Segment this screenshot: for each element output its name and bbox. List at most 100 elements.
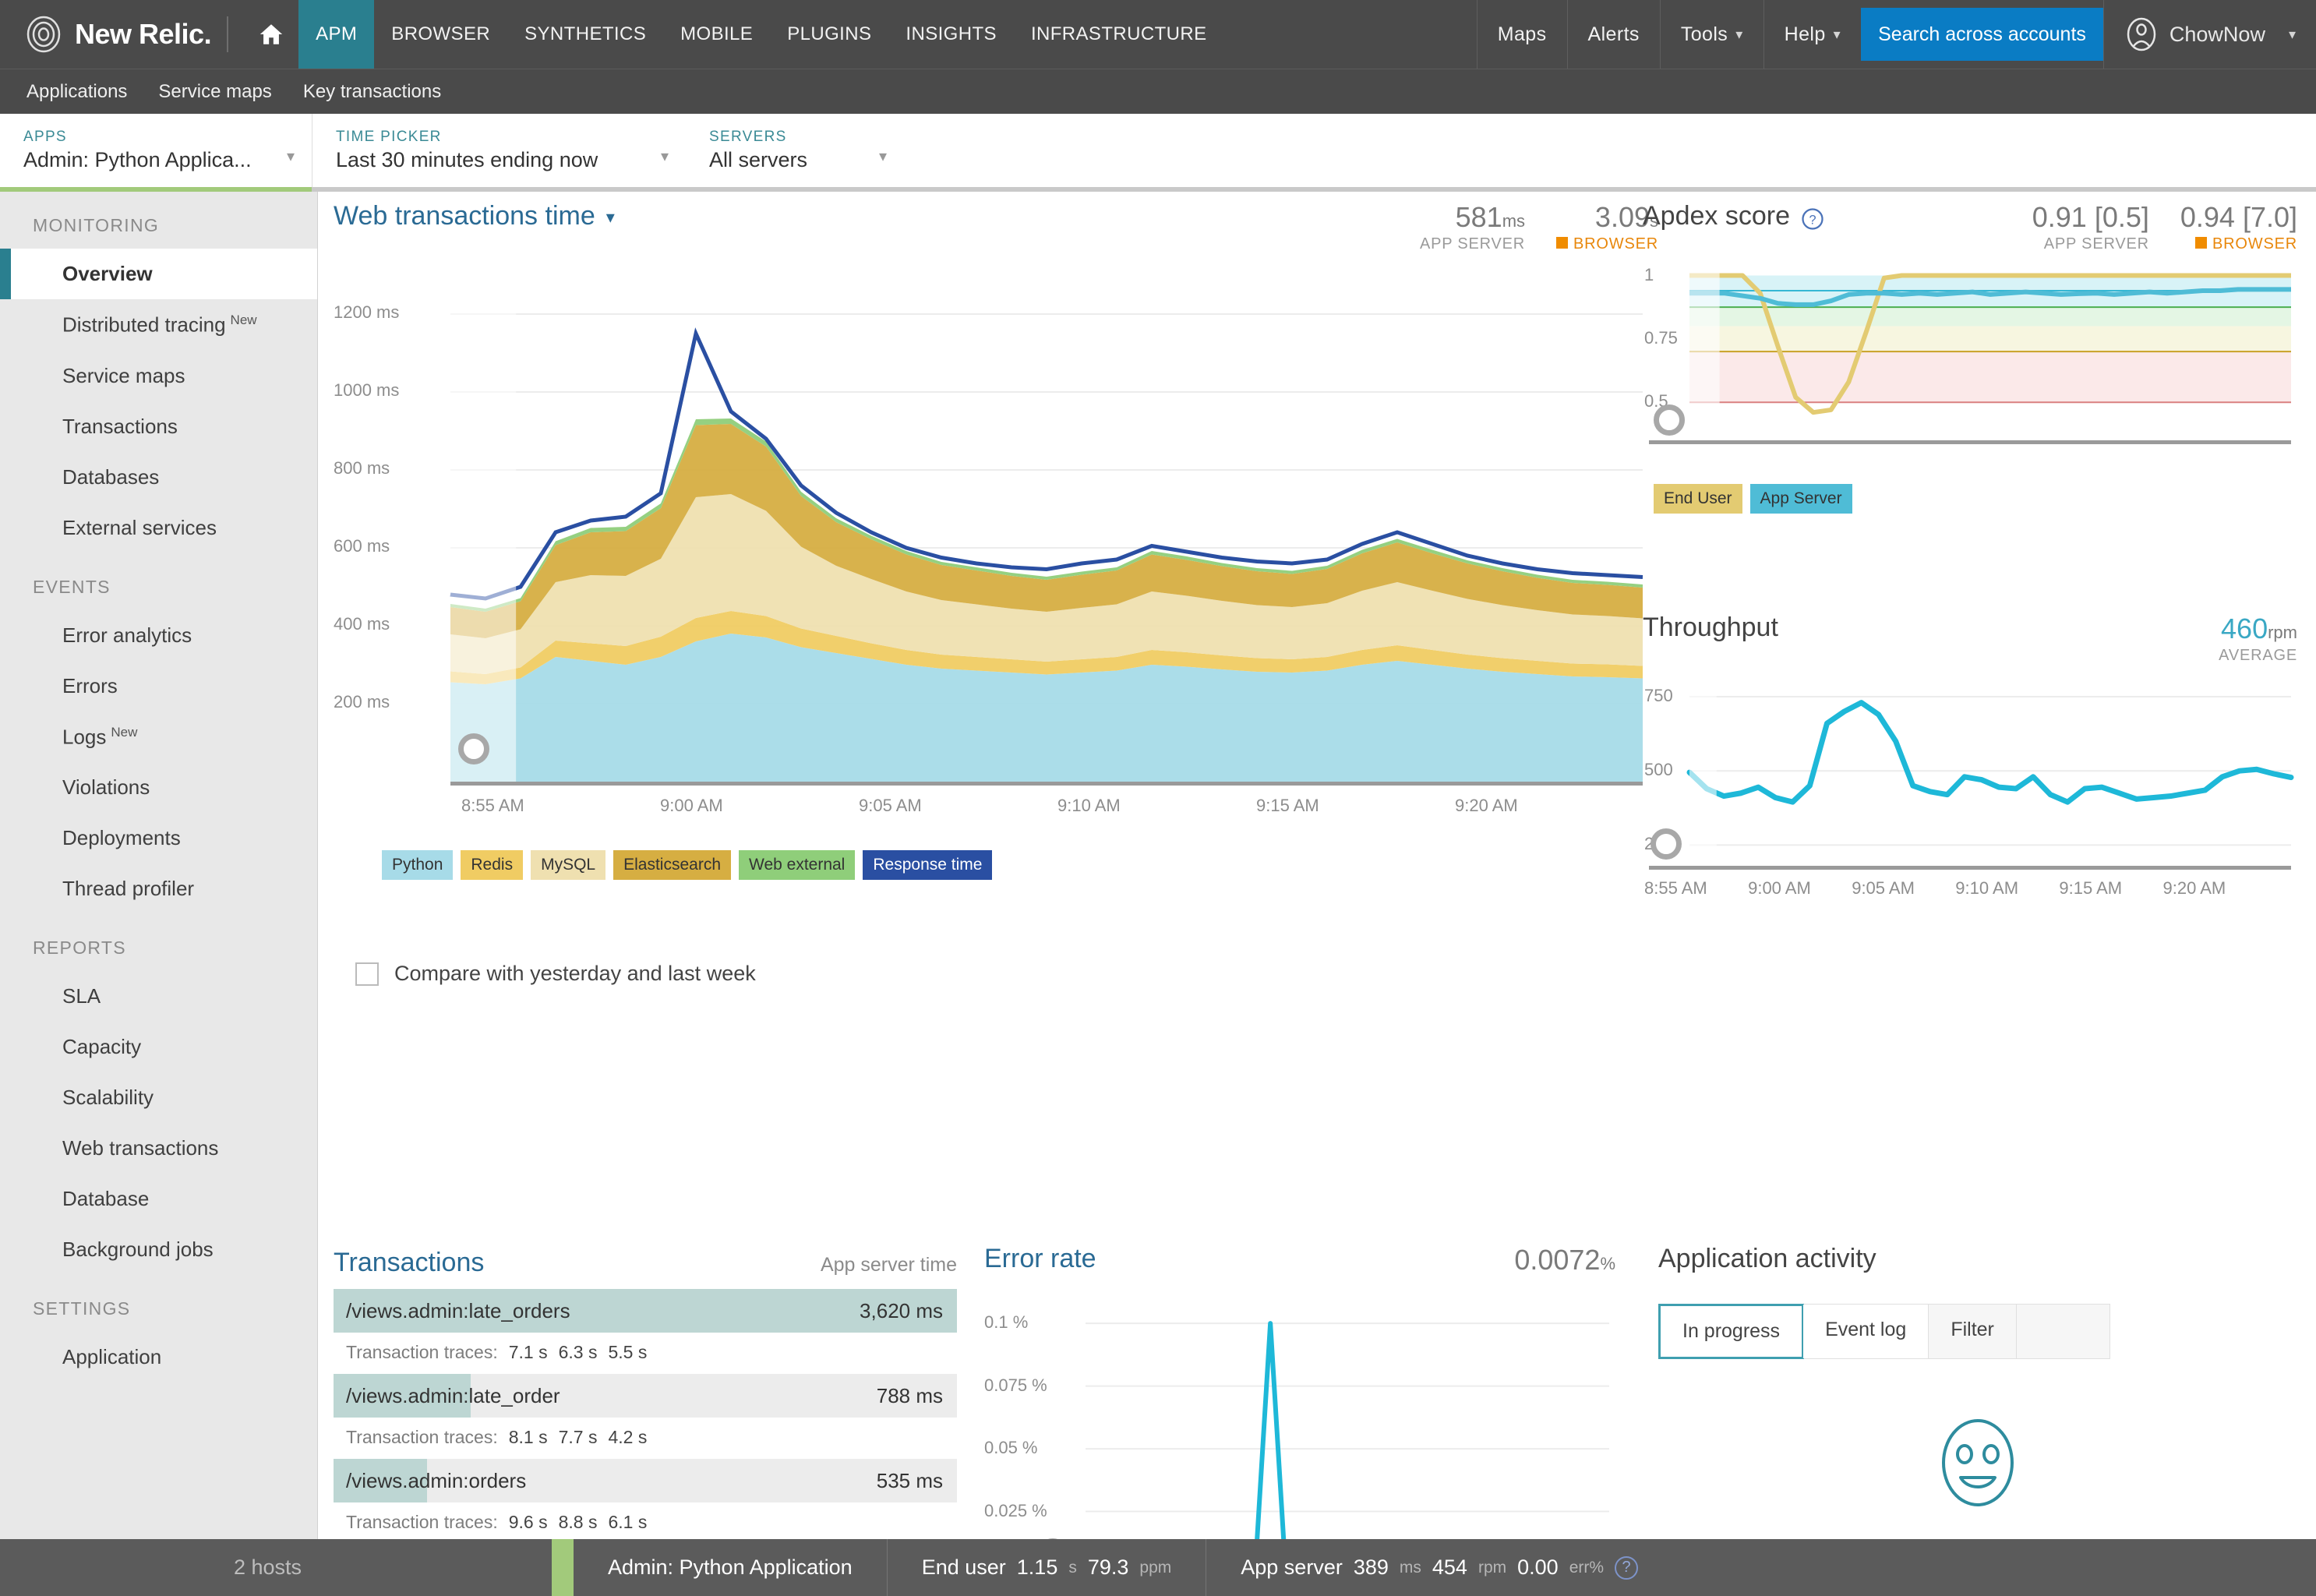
status-bar-app-server-cell[interactable]: App server 389 ms 454 rpm 0.00 err% ? <box>1206 1539 1672 1596</box>
apdex-browser-label: BROWSER <box>2180 235 2297 253</box>
web-transactions-time-panel: Web transactions time ▾ 581ms APP SERVER… <box>334 201 1658 986</box>
smiley-face-icon <box>1658 1414 2297 1516</box>
y-axis-tick-label: 500 <box>1644 760 1673 780</box>
throughput-chart[interactable]: 2505007508:55 AM9:00 AM9:05 AM9:10 AM9:1… <box>1643 676 2297 925</box>
sidebar-item-deployments[interactable]: Deployments <box>0 813 317 863</box>
top-nav-item-tools[interactable]: Tools▾ <box>1660 0 1763 69</box>
question-icon[interactable]: ? <box>1615 1556 1638 1580</box>
sidebar-item-background-jobs[interactable]: Background jobs <box>0 1224 317 1275</box>
compare-with-yesterday-row: Compare with yesterday and last week <box>355 962 1658 986</box>
chevron-down-icon[interactable]: ▾ <box>606 207 615 228</box>
servers-selector[interactable]: SERVERS All servers ▾ <box>686 114 904 187</box>
status-bar-end-user-cell[interactable]: End user 1.15 s 79.3 ppm <box>888 1539 1207 1596</box>
web-transactions-title[interactable]: Web transactions time <box>334 201 595 231</box>
transactions-title[interactable]: Transactions <box>334 1248 484 1278</box>
tab-event-log[interactable]: Event log <box>1803 1305 1929 1358</box>
sidebar-item-service-maps[interactable]: Service maps <box>0 351 317 401</box>
subnav-item-key-transactions[interactable]: Key transactions <box>292 81 452 103</box>
sidebar-item-error-analytics[interactable]: Error analytics <box>0 610 317 661</box>
sidebar-item-application[interactable]: Application <box>0 1332 317 1382</box>
top-nav-item-infrastructure[interactable]: INFRASTRUCTURE <box>1014 0 1224 69</box>
transaction-trace-link[interactable]: 5.5 s <box>608 1342 647 1362</box>
sidebar-item-web-transactions[interactable]: Web transactions <box>0 1123 317 1174</box>
transaction-trace-link[interactable]: 6.3 s <box>559 1342 598 1362</box>
legend-chip-python[interactable]: Python <box>382 850 453 880</box>
sidebar-item-capacity[interactable]: Capacity <box>0 1022 317 1072</box>
question-icon[interactable]: ? <box>1801 207 1824 235</box>
subnav-item-applications[interactable]: Applications <box>16 81 138 103</box>
brand-logo-area[interactable]: New Relic. <box>0 0 211 69</box>
app-selector-label: APPS <box>23 129 288 146</box>
sidebar-item-label: Overview <box>62 262 153 285</box>
sidebar-item-database[interactable]: Database <box>0 1174 317 1224</box>
legend-chip-end-user[interactable]: End User <box>1654 484 1742 514</box>
sidebar-item-databases[interactable]: Databases <box>0 452 317 503</box>
web-txn-app-server-metric: 581ms APP SERVER <box>1420 201 1525 253</box>
transaction-trace-link[interactable]: 6.1 s <box>608 1512 647 1532</box>
legend-chip-app-server[interactable]: App Server <box>1750 484 1852 514</box>
legend-chip-mysql[interactable]: MySQL <box>531 850 605 880</box>
top-nav-item-help[interactable]: Help▾ <box>1763 0 1861 69</box>
chart-range-handle[interactable] <box>458 733 489 764</box>
search-across-accounts-button[interactable]: Search across accounts <box>1861 8 2103 61</box>
top-nav-item-synthetics[interactable]: SYNTHETICS <box>507 0 663 69</box>
web-transactions-chart[interactable]: 200 ms400 ms600 ms800 ms1000 ms1200 ms8:… <box>334 267 1658 836</box>
transaction-trace-link[interactable]: 9.6 s <box>509 1512 548 1532</box>
apdex-score-panel: Apdex score ? 0.91 [0.5] APP SERVER 0.94… <box>1643 201 2297 514</box>
legend-chip-web-external[interactable]: Web external <box>739 850 855 880</box>
compare-checkbox[interactable] <box>355 962 379 986</box>
subnav-item-service-maps[interactable]: Service maps <box>147 81 282 103</box>
sidebar-item-distributed-tracing[interactable]: Distributed tracingNew <box>0 299 317 351</box>
x-axis-tick-label: 8:55 AM <box>461 796 524 816</box>
sidebar-item-external-services[interactable]: External services <box>0 503 317 553</box>
transaction-trace-link[interactable]: 8.8 s <box>559 1512 598 1532</box>
app-selector[interactable]: APPS Admin: Python Applica... ▾ <box>0 114 312 192</box>
throughput-panel: Throughput 460rpm AVERAGE 2505007508:55 … <box>1643 613 2297 925</box>
error-rate-title[interactable]: Error rate <box>984 1244 1096 1274</box>
transaction-trace-link[interactable]: 7.1 s <box>509 1342 548 1362</box>
table-row[interactable]: /views.admin:late_orders3,620 ms <box>334 1289 957 1333</box>
top-nav-item-alerts[interactable]: Alerts <box>1567 0 1660 69</box>
table-row[interactable]: /views.admin:orders535 ms <box>334 1459 957 1502</box>
table-row[interactable]: /views.admin:late_order788 ms <box>334 1374 957 1418</box>
transaction-trace-link[interactable]: 8.1 s <box>509 1427 548 1447</box>
chart-range-handle[interactable] <box>1654 404 1685 436</box>
top-nav-item-maps[interactable]: Maps <box>1477 0 1567 69</box>
apdex-legend: End User App Server <box>1654 484 2297 514</box>
chart-range-handle[interactable] <box>1651 828 1682 860</box>
x-axis-tick-label: 9:00 AM <box>1748 878 1811 899</box>
status-bar-app-name-cell[interactable]: Admin: Python Application <box>574 1539 888 1596</box>
top-nav-item-label: Maps <box>1498 23 1547 46</box>
transaction-trace-link[interactable]: 4.2 s <box>608 1427 647 1447</box>
transaction-traces-label: Transaction traces: <box>346 1512 498 1532</box>
sidebar-item-violations[interactable]: Violations <box>0 762 317 813</box>
top-nav-item-apm[interactable]: APM <box>298 0 374 69</box>
sidebar-item-sla[interactable]: SLA <box>0 971 317 1022</box>
apdex-chart[interactable]: 0.50.751 <box>1643 264 2297 467</box>
tab-filter[interactable]: Filter <box>1929 1305 2017 1358</box>
top-nav-item-browser[interactable]: BROWSER <box>374 0 507 69</box>
sidebar-item-thread-profiler[interactable]: Thread profiler <box>0 863 317 914</box>
sidebar-item-overview[interactable]: Overview <box>0 249 317 299</box>
sidebar-item-errors[interactable]: Errors <box>0 661 317 711</box>
top-nav-item-insights[interactable]: INSIGHTS <box>888 0 1014 69</box>
legend-chip-redis[interactable]: Redis <box>461 850 523 880</box>
sidebar-item-scalability[interactable]: Scalability <box>0 1072 317 1123</box>
x-axis-tick-label: 9:00 AM <box>660 796 723 816</box>
tab-in-progress[interactable]: In progress <box>1658 1304 1804 1359</box>
time-picker-label: TIME PICKER <box>336 129 662 146</box>
top-nav-right-group: Maps Alerts Tools▾Help▾ Search across acco… <box>1477 0 2316 69</box>
legend-chip-elasticsearch[interactable]: Elasticsearch <box>613 850 731 880</box>
top-nav-item-mobile[interactable]: MOBILE <box>663 0 770 69</box>
account-menu[interactable]: ChowNow <box>2103 0 2281 69</box>
sidebar-item-logs[interactable]: LogsNew <box>0 711 317 763</box>
time-picker[interactable]: TIME PICKER Last 30 minutes ending now ▾ <box>312 114 686 187</box>
home-button[interactable] <box>244 0 298 69</box>
sidebar-item-transactions[interactable]: Transactions <box>0 401 317 452</box>
account-dropdown-toggle[interactable]: ▾ <box>2281 0 2316 69</box>
transaction-trace-link[interactable]: 7.7 s <box>559 1427 598 1447</box>
top-nav-item-plugins[interactable]: PLUGINS <box>770 0 888 69</box>
top-nav-item-label: Alerts <box>1588 23 1640 46</box>
account-name: ChowNow <box>2169 23 2265 47</box>
legend-chip-response-time[interactable]: Response time <box>863 850 992 880</box>
